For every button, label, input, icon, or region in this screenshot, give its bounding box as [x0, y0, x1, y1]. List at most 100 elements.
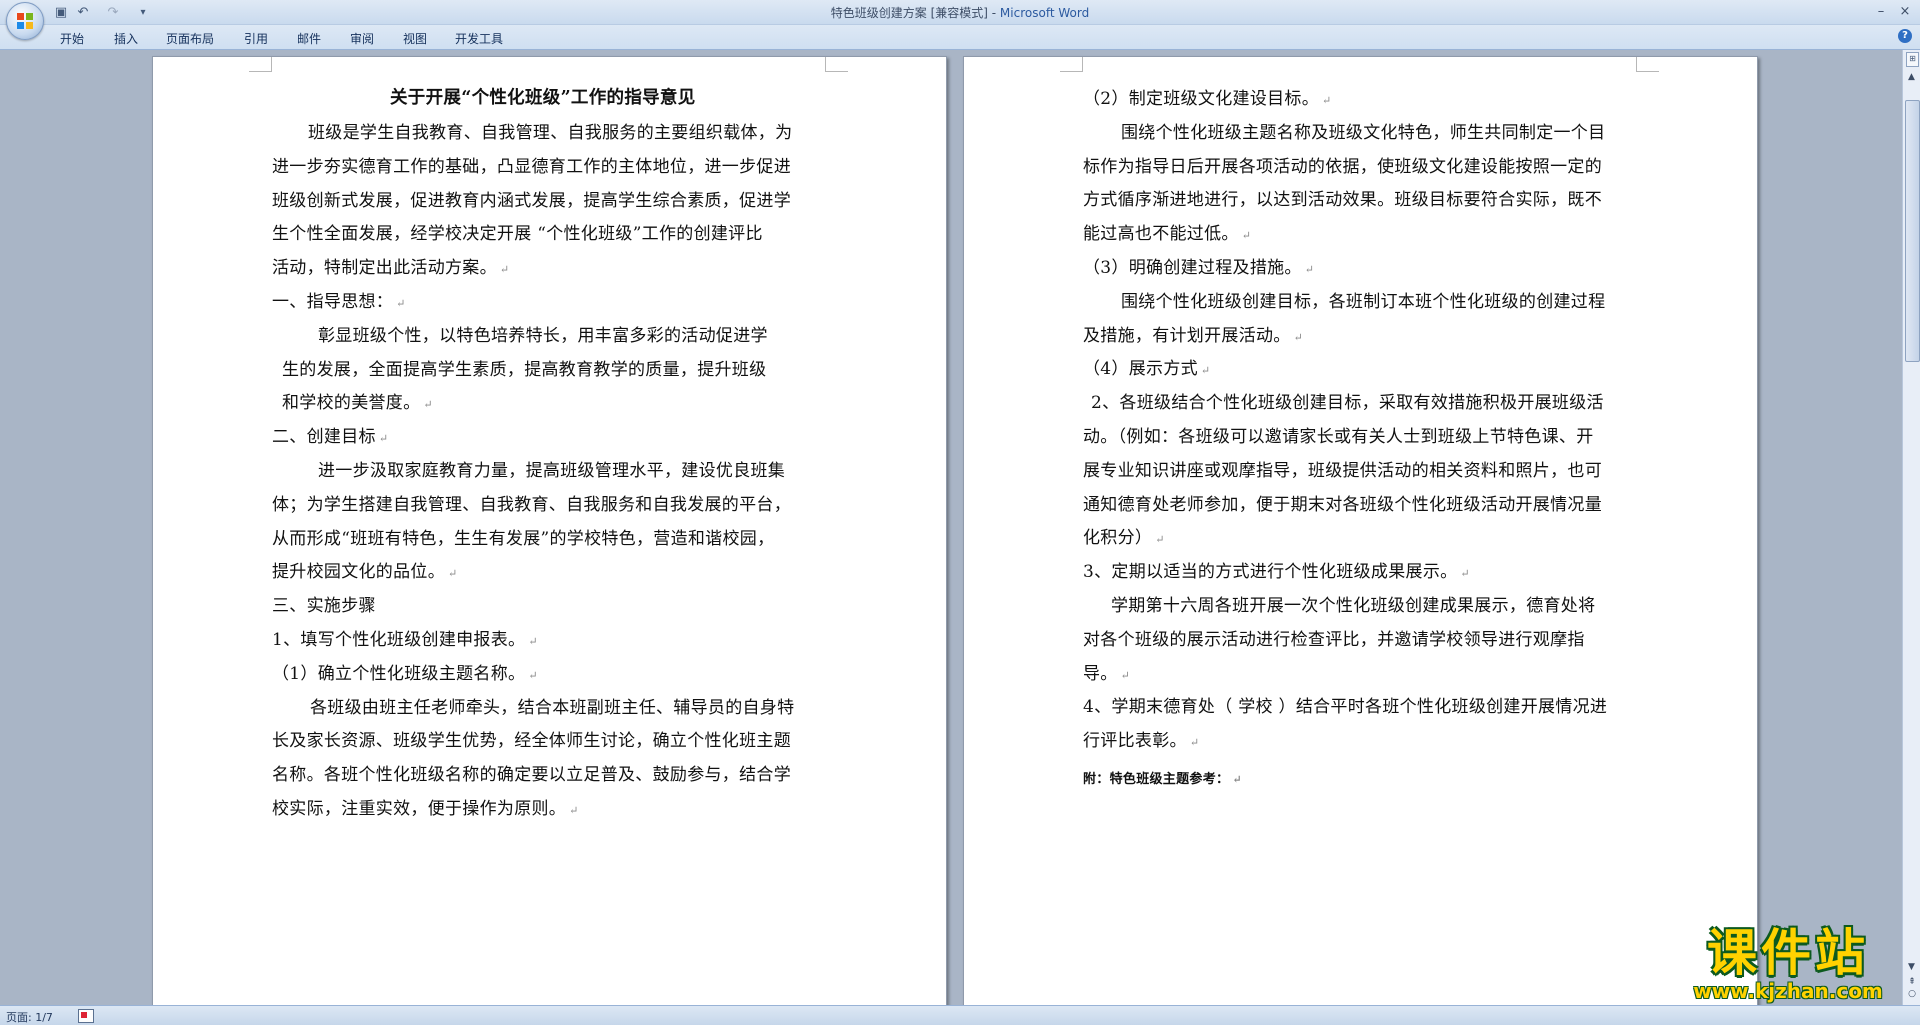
tab-home[interactable]: 开始 — [60, 30, 84, 47]
document-text-line: （4）展示方式 ↵ — [1083, 354, 1210, 379]
title-bar: ▣ ↶ ↷ ▾ 特色班级创建方案 [兼容模式] - Microsoft Word… — [0, 0, 1920, 40]
line-text: 一、指导思想： — [272, 292, 394, 312]
watermark-url: www.kjzhan.com — [1693, 979, 1883, 1003]
paragraph-mark-icon: ↵ — [499, 263, 510, 277]
tab-developer[interactable]: 开发工具 — [455, 30, 503, 47]
document-text-line: 各班级由班主任老师牵头，结合本班副班主任、辅导员的自身特 — [310, 693, 794, 718]
paragraph-mark-icon: ↵ — [1304, 263, 1315, 276]
office-button[interactable] — [6, 2, 44, 40]
document-text-line: 标作为指导日后开展各项活动的依据，使班级文化建设能按照一定的 — [1083, 152, 1602, 177]
line-text: 动。（例如：各班级可以邀请家长或有关人士到班级上节特色课、开 — [1083, 427, 1594, 447]
document-text-line: 行评比表彰。 ↵ — [1083, 726, 1199, 751]
line-text: （4）展示方式 — [1083, 359, 1198, 380]
tab-references[interactable]: 引用 — [244, 30, 268, 47]
document-text-line: 一、指导思想： ↵ — [272, 287, 406, 312]
document-text-line: 学期第十六周各班开展一次个性化班级创建成果展示，德育处将 — [1111, 591, 1595, 616]
document-text-line: （1）确立个性化班级主题名称。 ↵ — [272, 659, 538, 684]
line-text: 化积分） — [1083, 528, 1153, 549]
document-title: 特色班级创建方案 [兼容模式] - — [830, 6, 1000, 20]
word-window: ▣ ↶ ↷ ▾ 特色班级创建方案 [兼容模式] - Microsoft Word… — [0, 0, 1920, 1025]
document-text-line: 体；为学生搭建自我管理、自我教育、自我服务和自我发展的平台， — [272, 490, 791, 515]
paragraph-mark-icon: ↵ — [1322, 94, 1332, 107]
ruler-toggle-icon[interactable]: ⊞ — [1906, 52, 1919, 67]
line-text: 方式循序渐进地进行，以达到活动效果。班级目标要符合实际，既不 — [1083, 190, 1602, 211]
application-name: Microsoft Word — [999, 6, 1090, 20]
tab-insert[interactable]: 插入 — [114, 30, 138, 47]
document-text-line: 通知德育处老师参加，便于期末对各班级个性化班级活动开展情况量 — [1083, 490, 1602, 515]
paragraph-mark-icon: ↵ — [1200, 364, 1211, 378]
scroll-thumb[interactable] — [1905, 100, 1920, 362]
margin-corner-mark — [1636, 57, 1659, 72]
line-text: 学期第十六周各班开展一次个性化班级创建成果展示，德育处将 — [1111, 596, 1596, 616]
line-text: 生的发展，全面提高学生素质，提高教育教学的质量，提升班级 — [282, 359, 767, 380]
document-text-line: 生的发展，全面提高学生素质，提高教育教学的质量，提升班级 — [282, 355, 766, 380]
macro-record-icon[interactable] — [78, 1009, 94, 1023]
document-workspace[interactable]: 关于开展“个性化班级”工作的指导意见班级是学生自我教育、自我管理、自我服务的主要… — [0, 50, 1902, 1005]
line-text: 体；为学生搭建自我管理、自我教育、自我服务和自我发展的平台， — [272, 494, 791, 515]
tab-view[interactable]: 视图 — [403, 30, 427, 47]
document-text-line: 对各个班级的展示活动进行检查评比，并邀请学校领导进行观摩指 — [1083, 625, 1585, 650]
line-text: 1、填写个性化班级创建申报表。 — [272, 630, 526, 650]
document-text-line: 班级创新式发展，促进教育内涵式发展，提高学生综合素质，促进学 — [272, 186, 791, 211]
document-text-line: （2）制定班级文化建设目标。 ↵ — [1083, 84, 1332, 109]
vertical-scrollbar[interactable]: ⊞ ▲ ▼ ⇞ ○ — [1902, 50, 1920, 1005]
line-text: 附：特色班级主题参考： — [1083, 772, 1230, 787]
line-text: 从而形成“班班有特色，生生有发展”的学校特色，营造和谐校园， — [272, 528, 775, 549]
margin-corner-mark — [1060, 57, 1083, 72]
paragraph-mark-icon: ↵ — [448, 567, 458, 581]
line-text: 三、实施步骤 — [272, 596, 376, 617]
line-text: 能过高也不能过低。 — [1083, 224, 1239, 245]
document-text-line: 二、创建目标 ↵ — [272, 422, 388, 447]
document-text-line: 活动，特制定出此活动方案。 ↵ — [272, 253, 509, 278]
paragraph-mark-icon: ↵ — [1460, 567, 1470, 581]
document-text-line: 名称。各班个性化班级名称的确定要以立足普及、鼓励参与，结合学 — [272, 760, 791, 785]
line-text: 和学校的美誉度。 — [282, 393, 421, 414]
document-text-line: 能过高也不能过低。 ↵ — [1083, 219, 1251, 244]
line-text: 提升校园文化的品位。 — [272, 562, 445, 583]
document-text-line: 2、各班级结合个性化班级创建目标，采取有效措施积极开展班级活 — [1091, 388, 1604, 413]
paragraph-mark-icon: ↵ — [378, 432, 389, 446]
line-text: （2）制定班级文化建设目标。 — [1083, 89, 1320, 109]
close-button[interactable]: × — [1894, 1, 1916, 21]
line-text: （1）确立个性化班级主题名称。 — [272, 663, 526, 684]
line-text: 进一步汲取家庭教育力量，提高班级管理水平，建设优良班集 — [318, 461, 786, 481]
page-indicator[interactable]: 页面: 1/7 — [6, 1009, 53, 1025]
paragraph-mark-icon: ↵ — [1155, 533, 1165, 547]
ribbon-tabs: 开始 插入 页面布局 引用 邮件 审阅 视图 开发工具 ? — [0, 25, 1920, 50]
tab-page-layout[interactable]: 页面布局 — [166, 30, 214, 47]
document-text-line: 从而形成“班班有特色，生生有发展”的学校特色，营造和谐校园， — [272, 524, 774, 549]
line-text: 2、各班级结合个性化班级创建目标，采取有效措施积极开展班级活 — [1091, 393, 1604, 414]
document-text-line: 方式循序渐进地进行，以达到活动效果。班级目标要符合实际，既不 — [1083, 185, 1602, 210]
document-text-line: 长及家长资源、班级学生优势，经全体师生讨论，确立个性化班主题 — [272, 726, 791, 751]
line-text: 4、学期末德育处（ 学校 ）结合平时各班个性化班级创建开展情况进 — [1083, 697, 1608, 718]
document-text-line: 化积分） ↵ — [1083, 523, 1165, 548]
line-text: 生个性全面发展，经学校决定开展 “个性化班级”工作的创建评比 — [272, 224, 763, 245]
site-watermark: 课件站 www.kjzhan.com — [1668, 925, 1908, 1005]
document-text-line: 1、填写个性化班级创建申报表。 ↵ — [272, 625, 538, 650]
document-text-line: 围绕个性化班级主题名称及班级文化特色，师生共同制定一个目 — [1121, 118, 1605, 143]
help-icon[interactable]: ? — [1898, 29, 1912, 43]
document-text-line: 提升校园文化的品位。 ↵ — [272, 557, 458, 582]
line-text: 及措施，有计划开展活动。 — [1083, 325, 1291, 346]
watermark-logo: 课件站 — [1707, 924, 1869, 982]
minimize-button[interactable]: – — [1870, 1, 1892, 21]
document-text-line: 4、学期末德育处（ 学校 ）结合平时各班个性化班级创建开展情况进 — [1083, 692, 1607, 717]
paragraph-mark-icon: ↵ — [1189, 736, 1200, 750]
line-text: 进一步夯实德育工作的基础，凸显德育工作的主体地位，进一步促进 — [272, 156, 791, 177]
line-text: 对各个班级的展示活动进行检查评比，并邀请学校领导进行观摩指 — [1083, 629, 1585, 650]
line-text: 班级创新式发展，促进教育内涵式发展，提高学生综合素质，促进学 — [272, 190, 791, 211]
scroll-up-icon[interactable]: ▲ — [1905, 70, 1918, 84]
document-text-line: 导。 ↵ — [1083, 659, 1130, 684]
paragraph-mark-icon: ↵ — [423, 398, 433, 412]
line-text: 通知德育处老师参加，便于期末对各班级个性化班级活动开展情况量 — [1083, 494, 1602, 515]
document-text-line: 3、定期以适当的方式进行个性化班级成果展示。 ↵ — [1083, 557, 1470, 582]
tab-mailings[interactable]: 邮件 — [297, 30, 321, 47]
document-text-line: （3）明确创建过程及措施。 ↵ — [1083, 253, 1314, 278]
paragraph-mark-icon: ↵ — [1120, 668, 1131, 682]
document-heading: 关于开展“个性化班级”工作的指导意见 — [390, 88, 696, 108]
line-text: 活动，特制定出此活动方案。 — [272, 258, 497, 279]
line-text: 展专业知识讲座或观摩指导，班级提供活动的相关资料和照片，也可 — [1083, 460, 1602, 481]
line-text: 彰显班级个性，以特色培养特长，用丰富多彩的活动促进学 — [318, 325, 768, 346]
tab-review[interactable]: 审阅 — [350, 30, 374, 47]
line-text: 班级是学生自我教育、自我管理、自我服务的主要组织载体，为 — [308, 123, 793, 143]
